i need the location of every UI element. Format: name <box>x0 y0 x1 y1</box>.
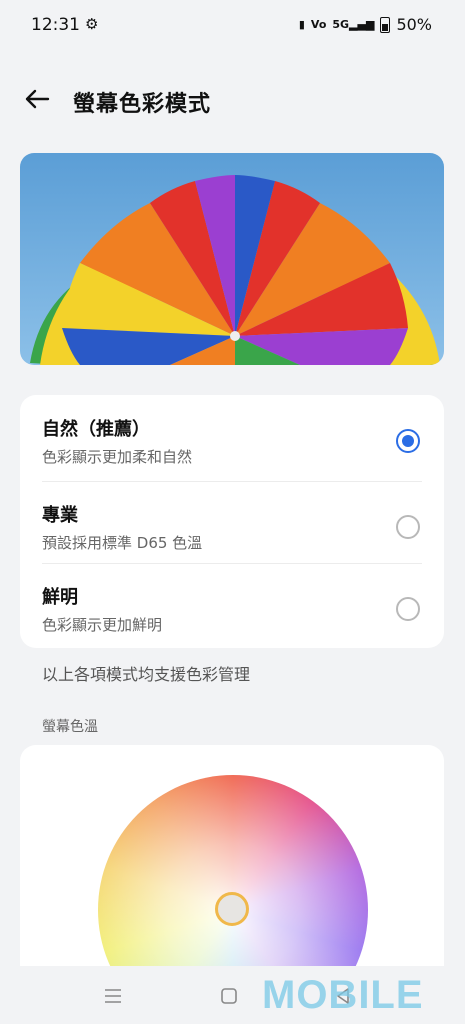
radio-unselected[interactable] <box>396 515 420 539</box>
mode-title: 自然（推薦） <box>42 419 150 440</box>
radio-selected[interactable] <box>396 429 420 453</box>
status-icons: ▮ Vo 5G▂▄▆ 50% <box>299 15 432 34</box>
mode-subtitle: 預設採用標準 D65 色溫 <box>42 534 203 552</box>
arrow-left-icon <box>25 89 50 109</box>
parachute-illustration <box>20 153 444 365</box>
color-wheel-handle[interactable] <box>215 892 249 926</box>
home-square-icon[interactable] <box>214 982 244 1010</box>
menu-icon[interactable] <box>98 982 128 1010</box>
color-management-note: 以上各項模式均支援色彩管理 <box>42 665 251 684</box>
status-bar: 12:31 ⚙ ▮ Vo 5G▂▄▆ 50% <box>0 0 465 52</box>
mode-option-vivid[interactable]: 鮮明 色彩顯示更加鮮明 <box>20 563 444 645</box>
page-title: 螢幕色彩模式 <box>73 92 212 117</box>
5g-signal-icon: 5G▂▄▆ <box>332 18 375 31</box>
radio-unselected[interactable] <box>396 597 420 621</box>
mode-title: 專業 <box>42 505 78 526</box>
mode-subtitle: 色彩顯示更加鮮明 <box>42 616 163 634</box>
color-mode-list: 自然（推薦） 色彩顯示更加柔和自然 專業 預設採用標準 D65 色溫 鮮明 色彩… <box>20 395 444 648</box>
battery-percent: 50% <box>396 15 432 34</box>
back-button[interactable] <box>20 82 54 116</box>
color-temperature-label: 螢幕色溫 <box>42 719 98 735</box>
mode-subtitle: 色彩顯示更加柔和自然 <box>42 448 193 466</box>
volte-icon: Vo <box>310 18 327 31</box>
mode-option-natural[interactable]: 自然（推薦） 色彩顯示更加柔和自然 <box>20 395 444 477</box>
battery-icon <box>380 16 391 33</box>
status-time: 12:31 <box>31 15 80 35</box>
gear-icon: ⚙ <box>85 15 99 33</box>
mode-option-professional[interactable]: 專業 預設採用標準 D65 色溫 <box>20 481 444 563</box>
parachute-preview-image <box>20 153 444 365</box>
mobile-watermark: MOBILE <box>262 973 424 1017</box>
vibrate-icon: ▮ <box>298 18 305 31</box>
mode-title: 鮮明 <box>42 587 78 608</box>
header: 螢幕色彩模式 <box>0 78 465 122</box>
